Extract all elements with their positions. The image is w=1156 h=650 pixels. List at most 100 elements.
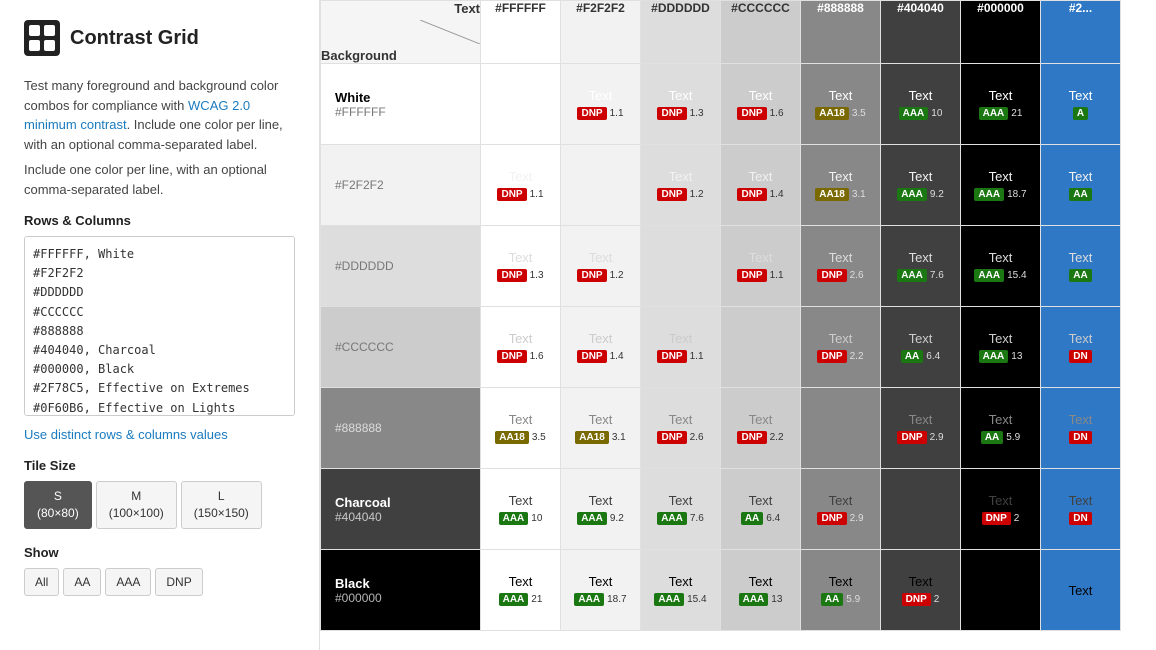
show-aa[interactable]: AA bbox=[63, 568, 101, 596]
cell-r0-c0[interactable] bbox=[481, 64, 561, 145]
show-aaa[interactable]: AAA bbox=[105, 568, 151, 596]
cell-r4-c0[interactable]: TextAA183.5 bbox=[481, 388, 561, 469]
cell-text-r4-c2: Text bbox=[669, 412, 693, 427]
cell-r3-c0[interactable]: TextDNP1.6 bbox=[481, 307, 561, 388]
cell-r1-c1[interactable] bbox=[561, 145, 641, 226]
ratio-r1-c2: 1.2 bbox=[690, 189, 704, 200]
cell-r2-c5[interactable]: TextAAA7.6 bbox=[881, 226, 961, 307]
cell-r3-c3[interactable] bbox=[721, 307, 801, 388]
cell-r0-c6[interactable]: TextAAA21 bbox=[961, 64, 1041, 145]
col-header-dddddd: #DDDDDD bbox=[641, 1, 721, 64]
cell-r3-c6[interactable]: TextAAA13 bbox=[961, 307, 1041, 388]
row-label-2: #DDDDDD bbox=[321, 226, 481, 307]
ratio-r4-c6: 5.9 bbox=[1006, 432, 1020, 443]
col-header-000000: #000000 bbox=[961, 1, 1041, 64]
cell-r4-c1[interactable]: TextAA183.1 bbox=[561, 388, 641, 469]
cell-r2-c6[interactable]: TextAAA15.4 bbox=[961, 226, 1041, 307]
cell-text-r5-c0: Text bbox=[509, 493, 533, 508]
cell-r5-c1[interactable]: TextAAA9.2 bbox=[561, 469, 641, 550]
cell-r1-c3[interactable]: TextDNP1.4 bbox=[721, 145, 801, 226]
badge-r4-c1: AA18 bbox=[575, 431, 609, 444]
cell-text-r0-c4: Text bbox=[829, 88, 853, 103]
cell-r4-c3[interactable]: TextDNP2.2 bbox=[721, 388, 801, 469]
cell-r4-c6[interactable]: TextAA5.9 bbox=[961, 388, 1041, 469]
cell-r6-c7[interactable]: Text bbox=[1041, 550, 1121, 631]
cell-text-r1-c0: Text bbox=[509, 169, 533, 184]
cell-r2-c1[interactable]: TextDNP1.2 bbox=[561, 226, 641, 307]
row-name-5: Charcoal bbox=[335, 495, 466, 510]
cell-r0-c1[interactable]: TextDNP1.1 bbox=[561, 64, 641, 145]
ratio-r3-c1: 1.4 bbox=[610, 351, 624, 362]
cell-r6-c4[interactable]: TextAA5.9 bbox=[801, 550, 881, 631]
cell-r1-c5[interactable]: TextAAA9.2 bbox=[881, 145, 961, 226]
cell-r1-c2[interactable]: TextDNP1.2 bbox=[641, 145, 721, 226]
cell-r3-c7[interactable]: TextDN bbox=[1041, 307, 1121, 388]
ratio-r6-c2: 15.4 bbox=[687, 594, 706, 605]
rows-columns-label: Rows & Columns bbox=[24, 213, 295, 228]
tile-size-label: Tile Size bbox=[24, 458, 295, 473]
color-input[interactable]: #FFFFFF, White #F2F2F2 #DDDDDD #CCCCCC #… bbox=[24, 236, 295, 416]
row-label-5: Charcoal#404040 bbox=[321, 469, 481, 550]
cell-r5-c3[interactable]: TextAA6.4 bbox=[721, 469, 801, 550]
cell-r6-c0[interactable]: TextAAA21 bbox=[481, 550, 561, 631]
badge-r5-c0: AAA bbox=[499, 512, 529, 525]
cell-r0-c5[interactable]: TextAAA10 bbox=[881, 64, 961, 145]
cell-r2-c4[interactable]: TextDNP2.6 bbox=[801, 226, 881, 307]
cell-r0-c2[interactable]: TextDNP1.3 bbox=[641, 64, 721, 145]
show-all[interactable]: All bbox=[24, 568, 59, 596]
cell-r5-c2[interactable]: TextAAA7.6 bbox=[641, 469, 721, 550]
cell-r6-c1[interactable]: TextAAA18.7 bbox=[561, 550, 641, 631]
cell-r3-c2[interactable]: TextDNP1.1 bbox=[641, 307, 721, 388]
cell-r5-c5[interactable] bbox=[881, 469, 961, 550]
cell-r1-c7[interactable]: TextAA bbox=[1041, 145, 1121, 226]
show-label: Show bbox=[24, 545, 295, 560]
cell-r1-c6[interactable]: TextAAA18.7 bbox=[961, 145, 1041, 226]
tile-size-s[interactable]: S(80×80) bbox=[24, 481, 92, 529]
cell-r4-c2[interactable]: TextDNP2.6 bbox=[641, 388, 721, 469]
cell-r0-c7[interactable]: TextA bbox=[1041, 64, 1121, 145]
cell-r5-c7[interactable]: TextDN bbox=[1041, 469, 1121, 550]
cell-text-r5-c2: Text bbox=[669, 493, 693, 508]
cell-r0-c3[interactable]: TextDNP1.6 bbox=[721, 64, 801, 145]
badge-r1-c7: AA bbox=[1069, 188, 1091, 201]
cell-text-r0-c2: Text bbox=[669, 88, 693, 103]
badge-r2-c6: AAA bbox=[974, 269, 1004, 282]
cell-r3-c5[interactable]: TextAA6.4 bbox=[881, 307, 961, 388]
cell-r5-c0[interactable]: Text AAA10 bbox=[481, 469, 561, 550]
cell-r6-c3[interactable]: TextAAA13 bbox=[721, 550, 801, 631]
badge-r1-c3: DNP bbox=[737, 188, 766, 201]
cell-r4-c4[interactable] bbox=[801, 388, 881, 469]
cell-r3-c4[interactable]: TextDNP2.2 bbox=[801, 307, 881, 388]
ratio-r2-c3: 1.1 bbox=[770, 270, 784, 281]
cell-r1-c4[interactable]: TextAA183.1 bbox=[801, 145, 881, 226]
cell-r6-c6[interactable] bbox=[961, 550, 1041, 631]
show-dnp[interactable]: DNP bbox=[155, 568, 202, 596]
app-title: Contrast Grid bbox=[70, 27, 199, 50]
cell-r5-c4[interactable]: TextDNP2.9 bbox=[801, 469, 881, 550]
ratio-r4-c2: 2.6 bbox=[690, 432, 704, 443]
cell-r2-c0[interactable]: TextDNP1.3 bbox=[481, 226, 561, 307]
sidebar-description2: Include one color per line, with an opti… bbox=[24, 160, 295, 199]
ratio-r3-c4: 2.2 bbox=[850, 351, 864, 362]
distinct-link[interactable]: Use distinct rows & columns values bbox=[24, 427, 295, 442]
cell-r5-c6[interactable]: TextDNP2 bbox=[961, 469, 1041, 550]
ratio-r5-c0: 10 bbox=[531, 513, 542, 524]
cell-r2-c2[interactable] bbox=[641, 226, 721, 307]
cell-r3-c1[interactable]: TextDNP1.4 bbox=[561, 307, 641, 388]
ratio-r2-c5: 7.6 bbox=[930, 270, 944, 281]
cell-r6-c5[interactable]: TextDNP2 bbox=[881, 550, 961, 631]
ratio-r6-c0: 21 bbox=[531, 594, 542, 605]
row-hex-4: #888888 bbox=[335, 421, 466, 435]
cell-r6-c2[interactable]: TextAAA15.4 bbox=[641, 550, 721, 631]
badge-r0-c2: DNP bbox=[657, 107, 686, 120]
cell-r1-c0[interactable]: TextDNP1.1 bbox=[481, 145, 561, 226]
tile-size-l[interactable]: L(150×150) bbox=[181, 481, 262, 529]
cell-r4-c7[interactable]: TextDN bbox=[1041, 388, 1121, 469]
tile-size-m[interactable]: M(100×100) bbox=[96, 481, 177, 529]
cell-r2-c7[interactable]: TextAA bbox=[1041, 226, 1121, 307]
cell-r4-c5[interactable]: TextDNP2.9 bbox=[881, 388, 961, 469]
cell-r0-c4[interactable]: TextAA183.5 bbox=[801, 64, 881, 145]
cell-text-r2-c5: Text bbox=[909, 250, 933, 265]
cell-r2-c3[interactable]: TextDNP1.1 bbox=[721, 226, 801, 307]
ratio-r0-c4: 3.5 bbox=[852, 108, 866, 119]
